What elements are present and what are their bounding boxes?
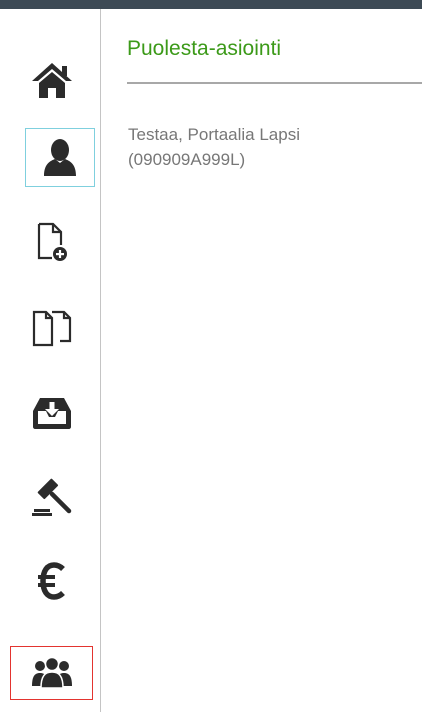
sidebar-item-authorizations[interactable]: [10, 646, 93, 700]
home-icon: [30, 61, 74, 101]
sidebar-item-payments[interactable]: [10, 551, 93, 611]
euro-icon: [37, 561, 67, 601]
person-id: (090909A999L): [128, 150, 246, 169]
gavel-icon: [30, 477, 74, 517]
sidebar-item-documents[interactable]: [10, 298, 93, 358]
inbox-download-icon: [31, 395, 73, 431]
person-name: Testaa, Portaalia Lapsi: [128, 125, 300, 144]
sidebar-item-home[interactable]: [10, 51, 93, 111]
group-icon: [31, 656, 73, 690]
user-icon: [41, 138, 79, 178]
documents-icon: [32, 308, 72, 348]
sidebar-item-decisions[interactable]: [10, 467, 93, 527]
sidebar-item-inbox[interactable]: [10, 383, 93, 443]
main-content: Puolesta-asiointi Testaa, Portaalia Laps…: [102, 9, 422, 712]
title-divider: [127, 82, 422, 84]
top-bar: [0, 0, 422, 9]
sidebar: [0, 9, 101, 712]
new-document-icon: [36, 221, 68, 263]
sidebar-item-new-document[interactable]: [10, 212, 93, 272]
sidebar-item-profile[interactable]: [25, 128, 95, 187]
page-title: Puolesta-asiointi: [127, 37, 282, 60]
person-info: Testaa, Portaalia Lapsi (090909A999L): [128, 122, 418, 172]
